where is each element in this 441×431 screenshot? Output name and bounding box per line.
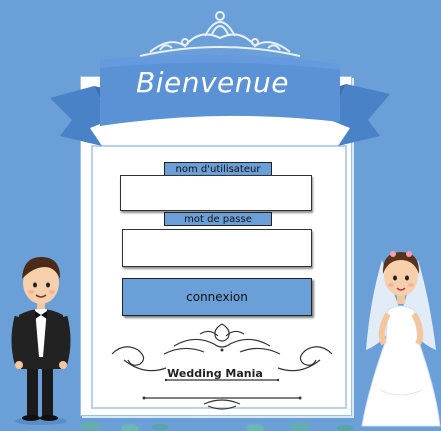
brand-name: Wedding Mania — [167, 367, 263, 380]
groom-illustration — [11, 257, 71, 425]
password-field[interactable] — [122, 229, 312, 267]
bride-illustration — [361, 251, 441, 427]
login-button[interactable]: connexion — [122, 278, 312, 316]
username-label: nom d'utilisateur — [164, 162, 272, 176]
password-label: mot de passe — [164, 212, 272, 226]
ornament-flourish — [111, 323, 333, 410]
username-field[interactable] — [120, 175, 312, 211]
page-title: Bienvenue — [136, 66, 289, 99]
